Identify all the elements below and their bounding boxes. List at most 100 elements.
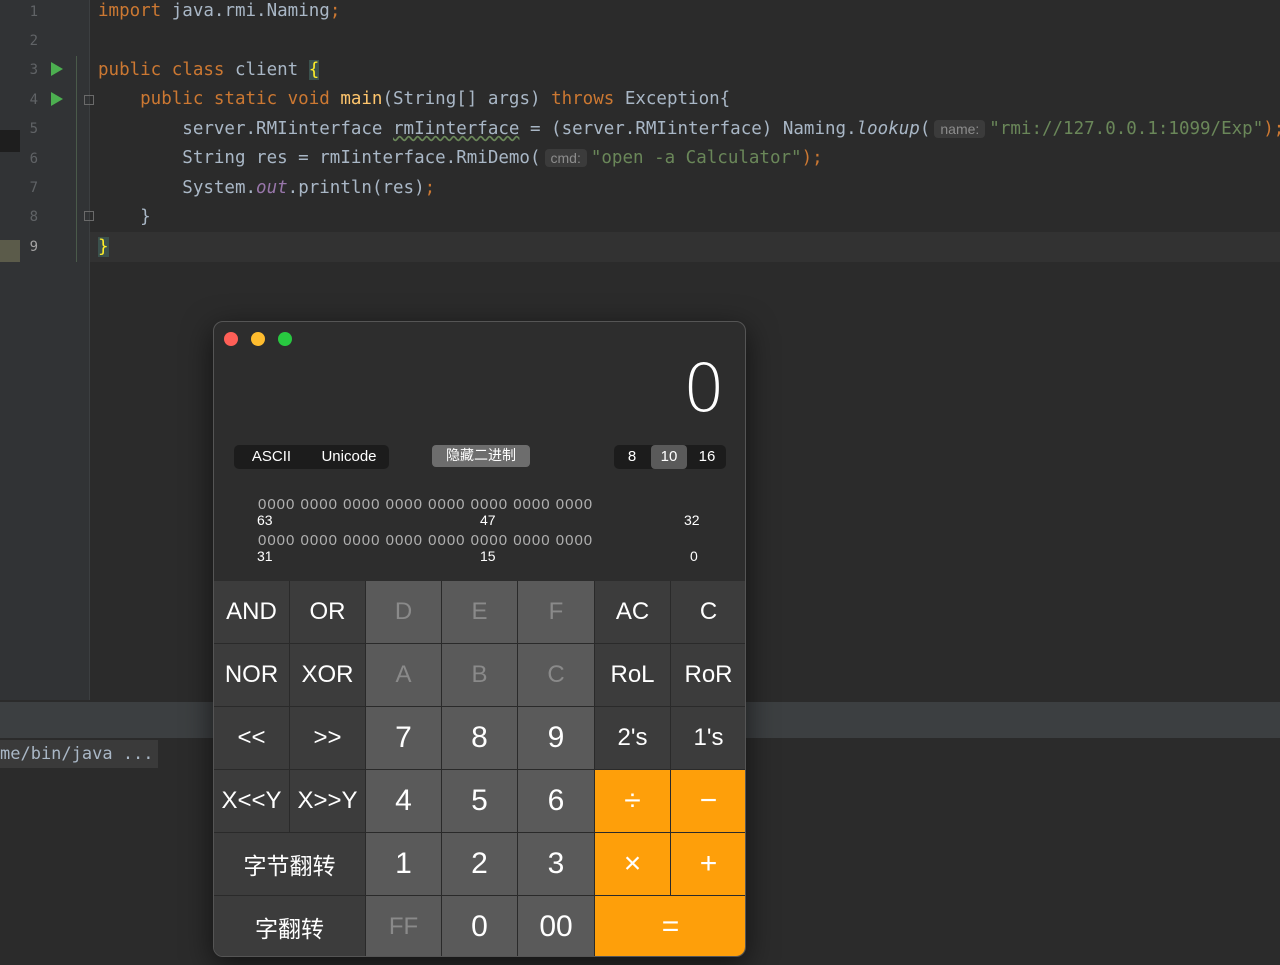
bookmark-marker bbox=[0, 130, 20, 152]
tab-ascii[interactable]: ASCII bbox=[234, 445, 309, 469]
calc-key[interactable]: + bbox=[671, 833, 745, 896]
code-token: ; bbox=[424, 178, 436, 198]
code-token: { bbox=[308, 60, 320, 80]
calc-key[interactable]: 0 bbox=[442, 896, 518, 956]
code-token: public static void bbox=[98, 89, 341, 109]
base-8-tab[interactable]: 8 bbox=[614, 445, 650, 469]
code-line[interactable]: } bbox=[98, 206, 151, 228]
code-line[interactable]: public static void main(String[] args) t… bbox=[98, 88, 730, 110]
calculator-display: 0 bbox=[683, 350, 725, 427]
base-16-tab[interactable]: 16 bbox=[688, 445, 726, 469]
code-token: main bbox=[340, 89, 383, 109]
close-icon[interactable] bbox=[224, 332, 238, 346]
binary-row-high[interactable]: 0000 0000 0000 0000 0000 0000 0000 0000 bbox=[258, 496, 593, 513]
code-token: server.RMIinterface bbox=[98, 119, 394, 139]
calc-key[interactable]: 2 bbox=[442, 833, 518, 896]
code-token: ); bbox=[1263, 119, 1280, 139]
current-line-highlight bbox=[90, 232, 1280, 262]
code-token: .println(res) bbox=[287, 178, 425, 198]
calc-key[interactable]: F bbox=[518, 581, 595, 644]
calculator-window[interactable]: 0 ASCII Unicode 隐藏二进制 8 10 16 0000 0000 … bbox=[213, 321, 746, 957]
calc-key[interactable]: 1's bbox=[671, 707, 745, 770]
calc-key[interactable]: 6 bbox=[518, 770, 595, 833]
calc-key[interactable]: 2's bbox=[595, 707, 671, 770]
line-number: 2 bbox=[29, 33, 38, 49]
calc-key[interactable]: << bbox=[214, 707, 290, 770]
code-token: ); bbox=[801, 148, 823, 168]
code-token: = (server.RMIinterface) Naming. bbox=[519, 119, 857, 139]
calc-key[interactable]: B bbox=[442, 644, 518, 707]
calc-key[interactable]: XOR bbox=[290, 644, 366, 707]
calc-key[interactable]: >> bbox=[290, 707, 366, 770]
parameter-hint: name: bbox=[934, 120, 986, 138]
calc-key[interactable]: 1 bbox=[366, 833, 442, 896]
calc-key[interactable]: D bbox=[366, 581, 442, 644]
calc-key[interactable]: ÷ bbox=[595, 770, 671, 833]
calc-key[interactable]: AND bbox=[214, 581, 290, 644]
base-segmented-control[interactable]: 8 10 16 bbox=[614, 445, 726, 469]
calc-key[interactable]: 字节翻转 bbox=[214, 833, 366, 896]
calc-key[interactable]: A bbox=[366, 644, 442, 707]
code-line[interactable]: String res = rmIinterface.RmiDemo(cmd: "o… bbox=[98, 147, 823, 169]
fold-icon[interactable] bbox=[84, 95, 94, 105]
calc-key[interactable]: 00 bbox=[518, 896, 595, 956]
gutter-divider bbox=[89, 0, 90, 700]
keypad: AND OR D E F AC C NOR XOR A B C RoL RoR << >> 7 8 9 2's 1's X… bbox=[214, 581, 745, 956]
calc-key[interactable]: RoL bbox=[595, 644, 671, 707]
code-line[interactable]: server.RMIinterface rmIinterface = (serv… bbox=[98, 118, 1280, 140]
calc-key[interactable]: X<<Y bbox=[214, 770, 290, 833]
calc-key[interactable]: 9 bbox=[518, 707, 595, 770]
code-token: } bbox=[98, 237, 109, 257]
bit-label: 31 bbox=[257, 548, 273, 564]
line-number: 7 bbox=[29, 180, 38, 196]
code-token: "open -a Calculator" bbox=[590, 148, 802, 168]
bit-label: 15 bbox=[480, 548, 496, 564]
line-number: 4 bbox=[29, 92, 38, 108]
code-token: } bbox=[98, 207, 151, 227]
code-line[interactable]: import java.rmi.Naming; bbox=[98, 0, 340, 22]
code-line[interactable]: System.out.println(res); bbox=[98, 177, 435, 199]
line-number: 6 bbox=[29, 151, 38, 167]
code-token: throws bbox=[551, 89, 625, 109]
calc-key[interactable]: × bbox=[595, 833, 671, 896]
calc-key[interactable]: 8 bbox=[442, 707, 518, 770]
code-line[interactable]: public class client { bbox=[98, 59, 320, 81]
calc-key[interactable]: 4 bbox=[366, 770, 442, 833]
code-token: import bbox=[98, 1, 172, 21]
calc-key[interactable]: 3 bbox=[518, 833, 595, 896]
base-10-tab[interactable]: 10 bbox=[651, 445, 687, 469]
calc-key[interactable]: 字翻转 bbox=[214, 896, 366, 956]
calc-key[interactable]: FF bbox=[366, 896, 442, 956]
calc-key[interactable]: AC bbox=[595, 581, 671, 644]
calc-key[interactable]: OR bbox=[290, 581, 366, 644]
code-token: java.rmi.Naming bbox=[171, 1, 330, 21]
calc-key[interactable]: NOR bbox=[214, 644, 290, 707]
hide-binary-button[interactable]: 隐藏二进制 bbox=[432, 445, 530, 467]
calc-key[interactable]: C bbox=[671, 581, 745, 644]
calc-key[interactable]: = bbox=[595, 896, 745, 956]
calc-key[interactable]: X>>Y bbox=[290, 770, 366, 833]
binary-row-low[interactable]: 0000 0000 0000 0000 0000 0000 0000 0000 bbox=[258, 532, 593, 549]
line-number: 1 bbox=[29, 4, 38, 20]
code-token: public class bbox=[98, 60, 235, 80]
calc-key[interactable]: C bbox=[518, 644, 595, 707]
calc-key[interactable]: 5 bbox=[442, 770, 518, 833]
fold-icon[interactable] bbox=[84, 211, 94, 221]
line-number: 5 bbox=[29, 121, 38, 137]
run-class-icon[interactable] bbox=[51, 62, 63, 76]
calc-key[interactable]: RoR bbox=[671, 644, 745, 707]
code-token: String res = rmIinterface.RmiDemo( bbox=[98, 148, 541, 168]
calc-key[interactable]: 7 bbox=[366, 707, 442, 770]
calc-key[interactable]: E bbox=[442, 581, 518, 644]
line-number: 9 bbox=[29, 239, 38, 255]
code-token: System. bbox=[98, 178, 257, 198]
code-token: ; bbox=[329, 1, 341, 21]
zoom-icon[interactable] bbox=[278, 332, 292, 346]
tab-unicode[interactable]: Unicode bbox=[309, 445, 389, 469]
run-main-icon[interactable] bbox=[51, 92, 63, 106]
encoding-segmented-control[interactable]: ASCII Unicode bbox=[234, 445, 389, 469]
parameter-hint: cmd: bbox=[544, 149, 587, 167]
code-line[interactable]: } bbox=[98, 236, 109, 258]
minimize-icon[interactable] bbox=[251, 332, 265, 346]
calc-key[interactable]: − bbox=[671, 770, 745, 833]
